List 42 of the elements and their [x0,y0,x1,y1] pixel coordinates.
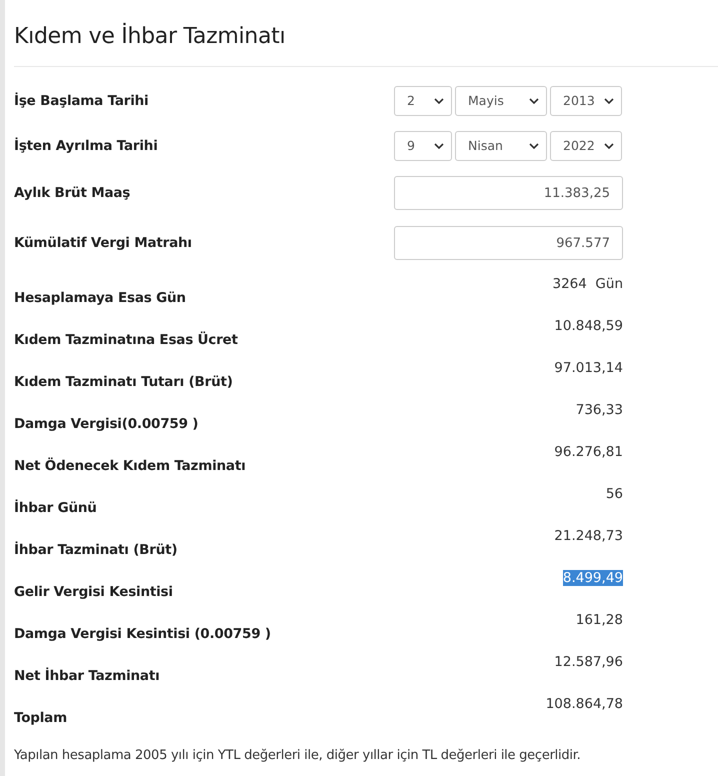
result-label: Kıdem Tazminatı Tutarı (Brüt) [14,374,234,392]
year-select[interactable]: 2013 [550,86,622,116]
page-title: Kıdem ve İhbar Tazminatı [14,22,286,51]
result-value: 3264 Gün [552,276,623,292]
field-label: Kümülatif Vergi Matrahı [14,235,193,251]
result-label: Net Ödenecek Kıdem Tazminatı [14,458,247,476]
chevron-icon [529,142,539,148]
result-label: Damga Vergisi Kesintisi (0.00759 ) [14,626,272,644]
result-value: 56 [606,486,623,502]
result-value: 10.848,59 [554,318,623,334]
result-label: Kıdem Tazminatına Esas Ücret [14,332,239,350]
result-label: İhbar Tazminatı (Brüt) [14,542,178,560]
chevron-icon [604,98,614,104]
result-label: Hesaplamaya Esas Gün [14,290,187,308]
result-value: 736,33 [576,402,623,418]
input-field[interactable]: 967.577 [394,226,623,260]
result-label: İhbar Günü [14,500,98,518]
result-label: Damga Vergisi(0.00759 ) [14,416,200,434]
note-text: Yapılan hesaplama 2005 yılı için YTL değerleri ile, diğer yıllar için TL değerleri ile geçerlidir. [14,748,582,763]
day-select[interactable]: 9 [394,130,452,160]
result-value: 108.864,78 [546,696,623,712]
chevron-icon [604,142,614,148]
result-label: Gelir Vergisi Kesintisi [14,584,174,602]
chevron-icon [529,98,539,104]
chevron-icon [434,142,444,148]
result-value: 21.248,73 [554,528,623,544]
month-select[interactable]: Nisan [455,130,547,160]
input-field[interactable]: 11.383,25 [394,176,623,210]
result-label: Net İhbar Tazminatı [14,668,161,686]
result-value: 12.587,96 [554,654,623,670]
result-value: 96.276,81 [554,444,623,460]
day-select[interactable]: 2 [394,86,452,116]
result-value: 161,28 [576,612,623,628]
field-label: Aylık Brüt Maaş [14,185,132,201]
field-label: İşe Başlama Tarihi [14,92,150,108]
chevron-icon [434,98,444,104]
field-label: İşten Ayrılma Tarihi [14,138,159,154]
year-select[interactable]: 2022 [550,130,622,160]
result-value: 97.013,14 [554,360,623,376]
month-select[interactable]: Mayis [455,86,547,116]
result-value: 8.499,49 [562,570,623,586]
result-label: Toplam [14,710,68,728]
